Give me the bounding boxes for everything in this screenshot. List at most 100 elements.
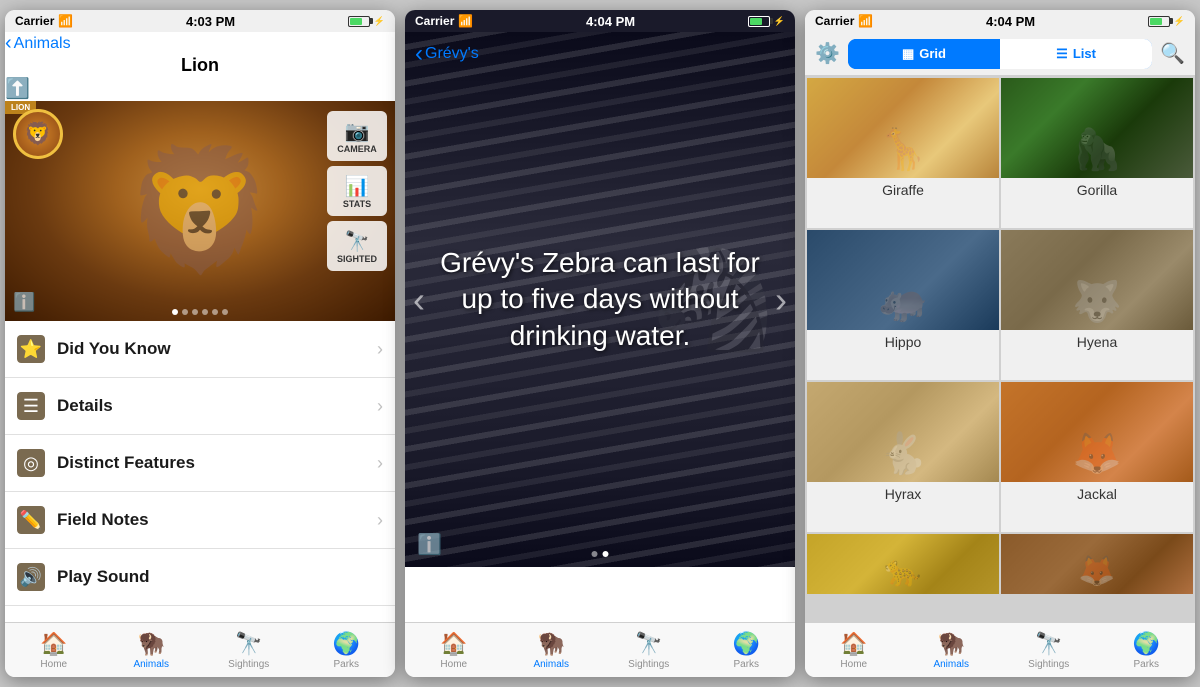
lion-action-buttons: 📷 CAMERA 📊 STATS 🔭 SIGHTED — [327, 111, 387, 271]
camera-button[interactable]: 📷 CAMERA — [327, 111, 387, 161]
play-sound-icon: 🔊 — [17, 563, 45, 591]
tab-animals-label-1: Animals — [133, 659, 169, 670]
sightings-icon-2: 🔭 — [635, 631, 662, 657]
tab-sightings-label-1: Sightings — [228, 659, 269, 670]
stats-button[interactable]: 📊 STATS — [327, 166, 387, 216]
list-tab[interactable]: ☰ List — [1000, 39, 1152, 69]
tab-home-label-2: Home — [440, 659, 467, 670]
animal8-emoji: 🦊 — [1078, 554, 1115, 589]
sighted-button[interactable]: 🔭 SIGHTED — [327, 221, 387, 271]
home-icon-3: 🏠 — [840, 631, 867, 657]
tab-home-2[interactable]: 🏠 Home — [405, 623, 503, 677]
camera-icon: 📷 — [345, 119, 370, 144]
grid-cell-giraffe[interactable]: 🦒 Giraffe — [807, 78, 999, 228]
grid-label: Grid — [919, 46, 946, 61]
tab-home-1[interactable]: 🏠 Home — [5, 623, 103, 677]
time-2: 4:04 PM — [586, 14, 635, 29]
grid-cell-hyrax[interactable]: 🐇 Hyrax — [807, 382, 999, 532]
back-arrow-1: ‹ — [5, 32, 12, 55]
menu-item-field-notes[interactable]: ✏️ Field Notes › — [5, 492, 395, 549]
animals-icon-3: 🦬 — [938, 631, 965, 657]
parks-icon-2: 🌍 — [733, 631, 760, 657]
tab-parks-1[interactable]: 🌍 Parks — [298, 623, 396, 677]
chevron-icon-3: › — [377, 453, 383, 474]
tab-animals-1[interactable]: 🦬 Animals — [103, 623, 201, 677]
back-button-1[interactable]: ‹ Animals — [5, 32, 395, 55]
grid-tab[interactable]: ▦ Grid — [848, 39, 1000, 69]
carrier-label-2: Carrier — [415, 14, 454, 28]
tab-sightings-3[interactable]: 🔭 Sightings — [1000, 623, 1098, 677]
menu-item-play-sound[interactable]: 🔊 Play Sound — [5, 549, 395, 606]
status-right-3: ⚡ — [1148, 16, 1185, 27]
tab-parks-2[interactable]: 🌍 Parks — [698, 623, 796, 677]
camera-label: CAMERA — [337, 144, 377, 154]
grid-cell-hyena[interactable]: 🐺 Hyena — [1001, 230, 1193, 380]
gorilla-emoji: 🦍 — [1072, 126, 1122, 173]
tab-bar-2: 🏠 Home 🦬 Animals 🔭 Sightings 🌍 Parks — [405, 622, 795, 677]
menu-item-distinct-features[interactable]: ◎ Distinct Features › — [5, 435, 395, 492]
battery-1 — [348, 16, 370, 27]
tab-sightings-2[interactable]: 🔭 Sightings — [600, 623, 698, 677]
share-button-1[interactable]: ⬆️ — [5, 76, 395, 101]
hyena-label: Hyena — [1077, 330, 1117, 354]
hyena-emoji: 🐺 — [1072, 278, 1122, 325]
status-bar-3: Carrier 📶 4:04 PM ⚡ — [805, 10, 1195, 32]
gorilla-label: Gorilla — [1077, 178, 1117, 202]
stats-icon: 📊 — [345, 174, 370, 199]
time-3: 4:04 PM — [986, 14, 1035, 29]
tab-home-3[interactable]: 🏠 Home — [805, 623, 903, 677]
grid-cell-hippo[interactable]: 🦛 Hippo — [807, 230, 999, 380]
search-button[interactable]: 🔍 — [1160, 41, 1185, 66]
tab-parks-3[interactable]: 🌍 Parks — [1098, 623, 1196, 677]
tab-parks-label-2: Parks — [733, 659, 759, 670]
info-button-2[interactable]: ℹ️ — [417, 532, 442, 557]
back-arrow-2: ‹ — [415, 40, 423, 68]
animals-grid: 🦒 Giraffe 🦍 Gorilla 🦛 Hippo — [805, 76, 1195, 622]
battery-2 — [748, 16, 770, 27]
wifi-icon-1: 📶 — [58, 14, 73, 28]
next-arrow[interactable]: › — [775, 279, 787, 321]
tab-home-label-3: Home — [840, 659, 867, 670]
menu-list: ⭐ Did You Know › ☰ Details › ◎ Distinct … — [5, 321, 395, 622]
info-icon-1[interactable]: ℹ️ — [13, 292, 35, 313]
bolt-1: ⚡ — [374, 16, 385, 27]
grid-cell-animal8[interactable]: 🦊 — [1001, 534, 1193, 594]
hyrax-emoji: 🐇 — [878, 430, 928, 477]
list-icon: ☰ — [1056, 46, 1068, 62]
status-bar-1: Carrier 📶 4:03 PM ⚡ — [5, 10, 395, 32]
grid-cell-jackal[interactable]: 🦊 Jackal — [1001, 382, 1193, 532]
battery-3 — [1148, 16, 1170, 27]
back-button-2[interactable]: ‹ Grévy's — [415, 40, 479, 68]
tab-parks-label-1: Parks — [333, 659, 359, 670]
back-label-2: Grévy's — [425, 45, 479, 63]
stats-label: STATS — [343, 199, 371, 209]
menu-item-did-you-know[interactable]: ⭐ Did You Know › — [5, 321, 395, 378]
tab-animals-2[interactable]: 🦬 Animals — [503, 623, 601, 677]
lion-avatar: 🦁 — [13, 109, 63, 159]
status-left-3: Carrier 📶 — [815, 14, 873, 28]
prev-arrow[interactable]: ‹ — [413, 279, 425, 321]
tab-animals-3[interactable]: 🦬 Animals — [903, 623, 1001, 677]
field-notes-icon: ✏️ — [17, 506, 45, 534]
zebra-dot-1 — [592, 551, 598, 557]
nav-bar-2: ‹ Grévy's — [405, 32, 795, 76]
zebra-fact-text: Grévy's Zebra can last for up to five da… — [405, 225, 795, 374]
status-right-2: ⚡ — [748, 16, 785, 27]
grid-cell-leopard[interactable]: 🐆 — [807, 534, 999, 594]
binoculars-icon: 🔭 — [345, 229, 370, 254]
carrier-label-1: Carrier — [15, 14, 54, 28]
tab-parks-label-3: Parks — [1133, 659, 1159, 670]
dot-1 — [172, 309, 178, 315]
grid-cell-gorilla[interactable]: 🦍 Gorilla — [1001, 78, 1193, 228]
animals-icon-2: 🦬 — [538, 631, 565, 657]
jackal-label: Jackal — [1077, 482, 1117, 506]
jackal-emoji: 🦊 — [1072, 430, 1122, 477]
time-1: 4:03 PM — [186, 14, 235, 29]
gear-button[interactable]: ⚙️ — [815, 41, 840, 66]
status-right-1: ⚡ — [348, 16, 385, 27]
menu-item-details[interactable]: ☰ Details › — [5, 378, 395, 435]
animals-icon-1: 🦬 — [138, 631, 165, 657]
tab-bar-3: 🏠 Home 🦬 Animals 🔭 Sightings 🌍 Parks — [805, 622, 1195, 677]
tab-sightings-1[interactable]: 🔭 Sightings — [200, 623, 298, 677]
star-icon: ⭐ — [17, 335, 45, 363]
